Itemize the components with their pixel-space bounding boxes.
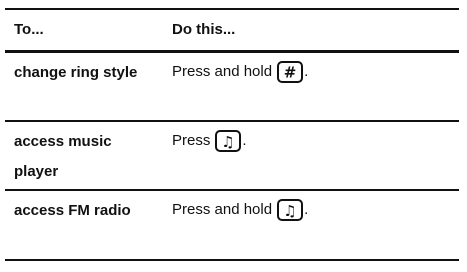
- row-instruction: Press and hold # .: [172, 53, 459, 83]
- svg-text:♫: ♫: [222, 133, 235, 151]
- music-key-icon: ♫: [215, 130, 242, 152]
- instruction-text: Press: [172, 132, 211, 149]
- instruction-end: .: [304, 201, 309, 218]
- row-instruction: Press and hold ♫ .: [172, 191, 459, 221]
- pound-key-icon: #: [277, 61, 304, 83]
- table-row: change ring style Press and hold # .: [5, 53, 459, 122]
- header-todo: To...: [14, 21, 44, 38]
- table-row: access music player Press ♫ .: [5, 122, 459, 191]
- table-row: access FM radio Press and hold ♫ .: [5, 191, 459, 261]
- table-header-row: To... Do this...: [5, 10, 459, 53]
- svg-text:#: #: [284, 64, 297, 82]
- instruction-table: To... Do this... change ring style Press…: [5, 8, 459, 261]
- row-instruction: Press ♫ .: [172, 122, 459, 152]
- instruction-end: .: [242, 132, 247, 149]
- svg-text:♫: ♫: [283, 202, 296, 220]
- row-task: change ring style: [14, 64, 138, 81]
- music-key-icon: ♫: [277, 199, 304, 221]
- instruction-text: Press and hold: [172, 63, 273, 80]
- instruction-text: Press and hold: [172, 201, 273, 218]
- header-do-this: Do this...: [172, 21, 236, 38]
- row-task: access FM radio: [14, 202, 131, 219]
- row-task: access music player: [14, 133, 112, 180]
- instruction-end: .: [304, 63, 309, 80]
